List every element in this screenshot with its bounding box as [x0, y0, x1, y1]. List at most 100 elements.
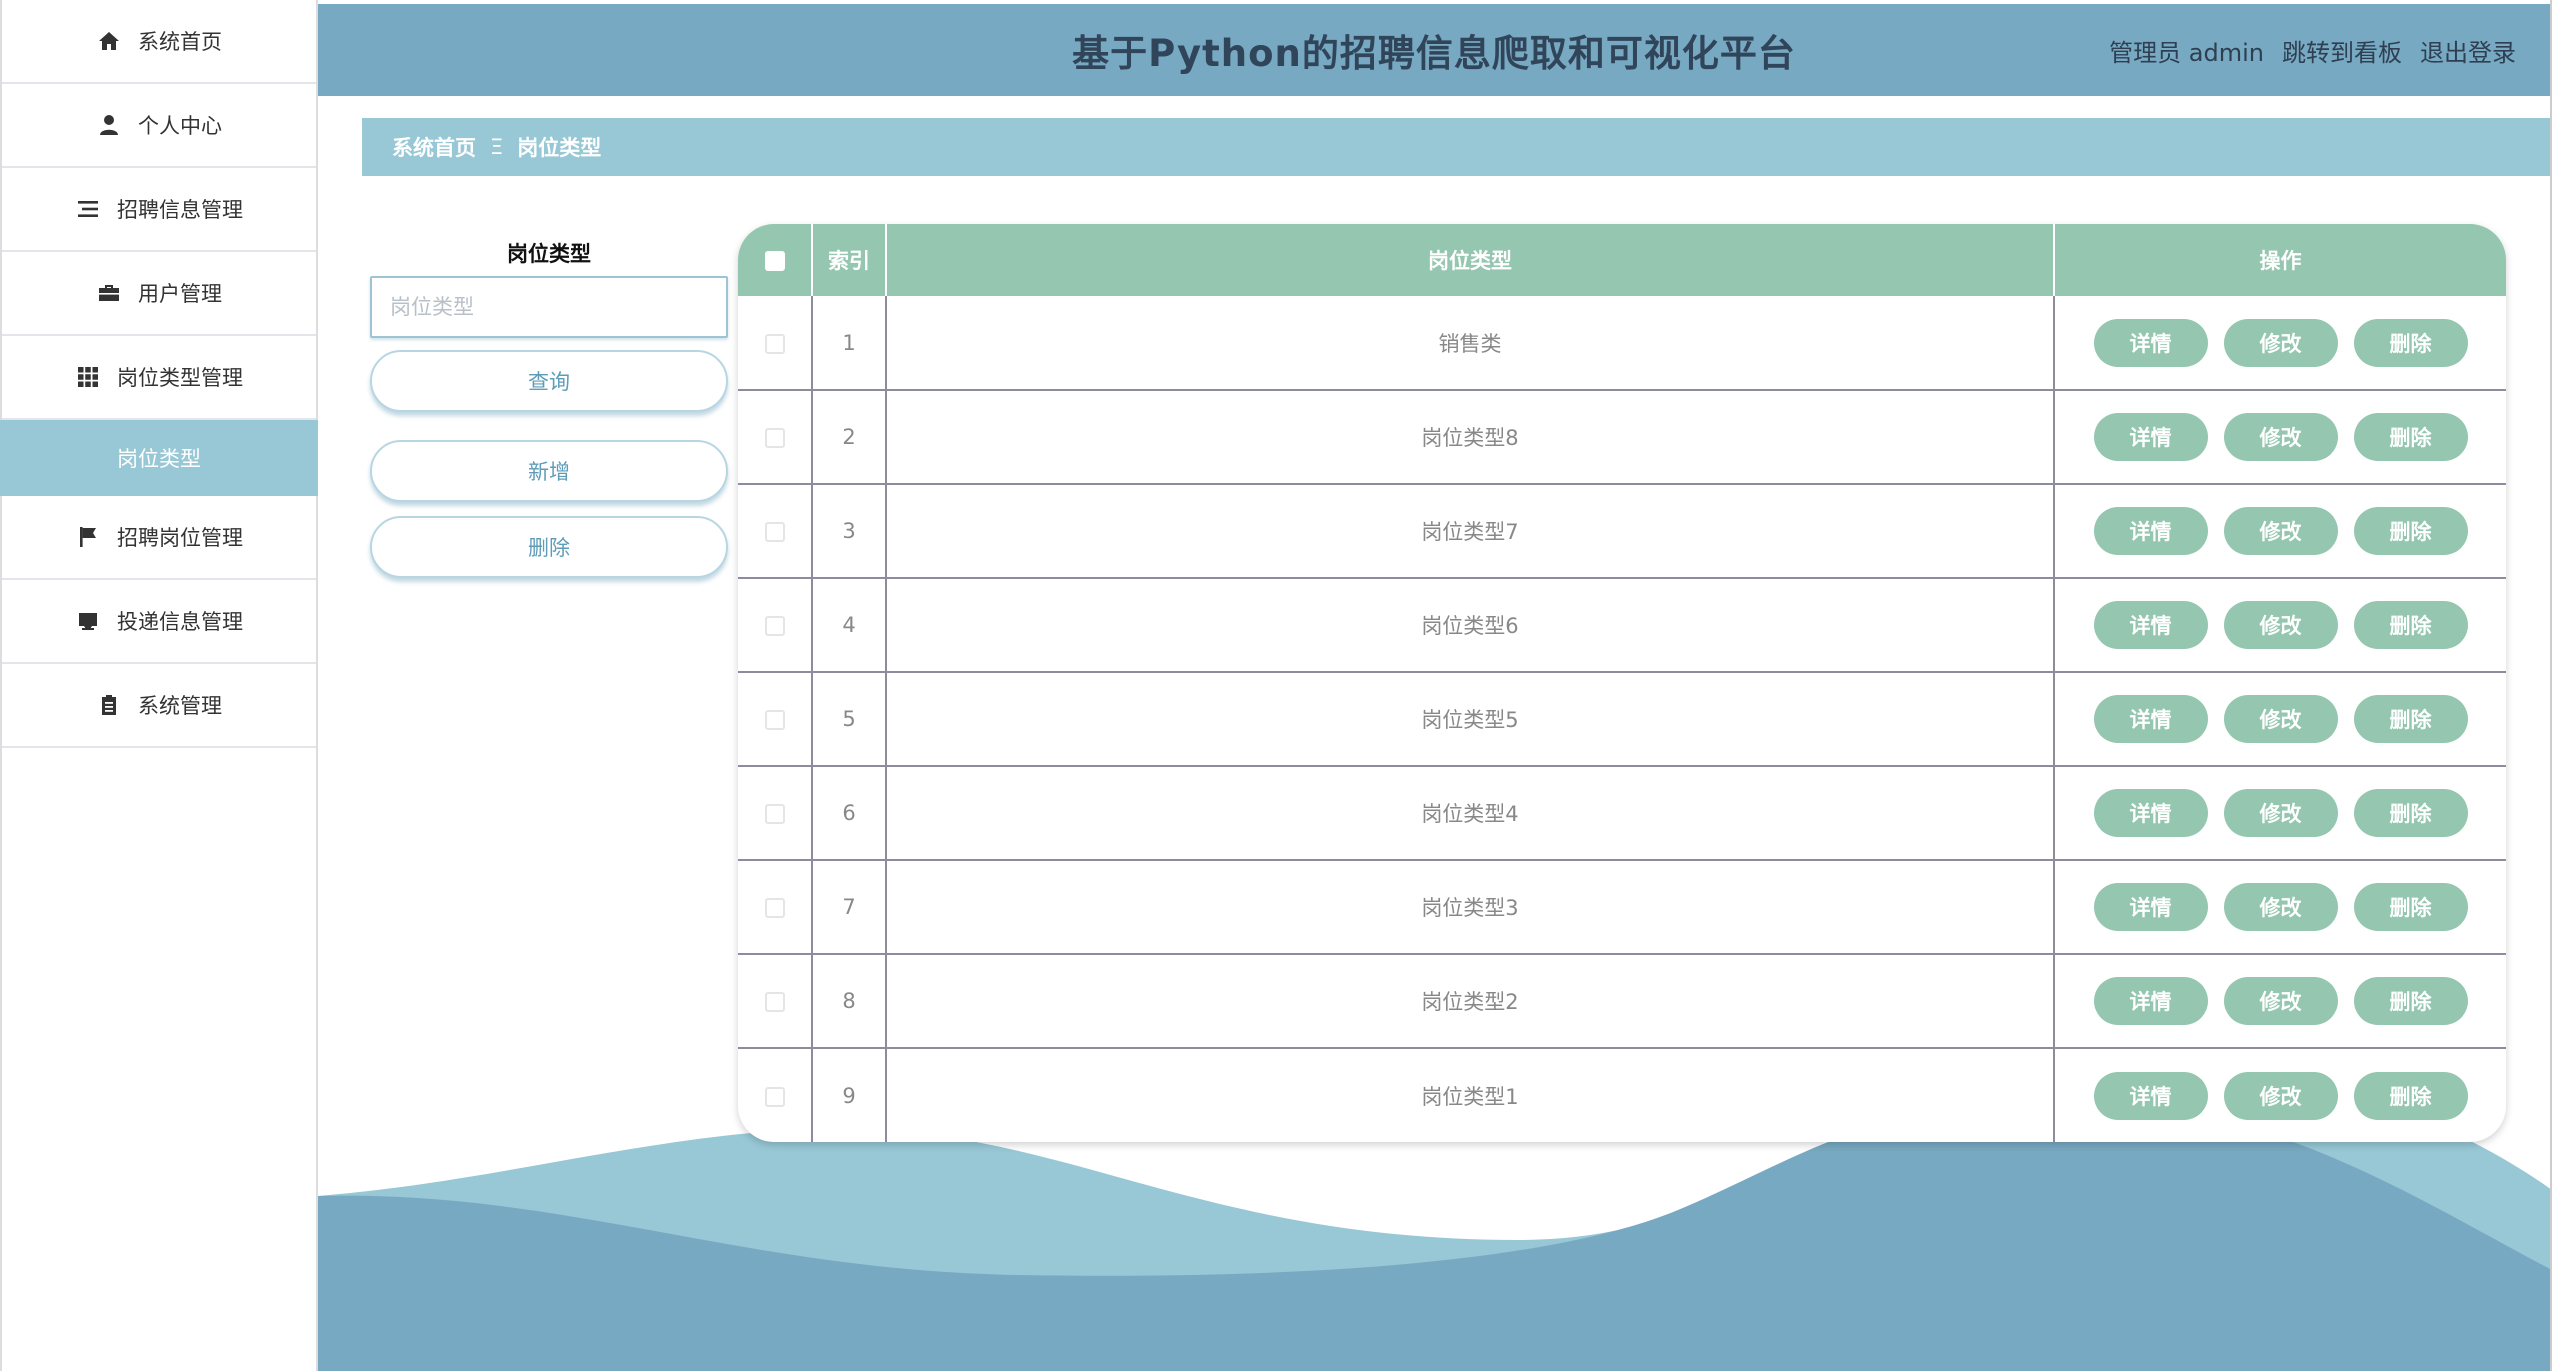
row-job-type: 岗位类型8 [886, 390, 2055, 485]
delete-button[interactable]: 删除 [2353, 413, 2468, 461]
add-button[interactable]: 新增 [370, 440, 728, 502]
row-checkbox[interactable] [764, 804, 785, 824]
sidebar-subitem-label: 岗位类型 [117, 447, 201, 471]
delete-button[interactable]: 删除 [2353, 695, 2468, 743]
row-index: 1 [812, 296, 887, 391]
sidebar-item-profile[interactable]: 个人中心 [2, 84, 316, 168]
table-header-row: 索引 岗位类型 操作 [738, 224, 2506, 296]
delete-button[interactable]: 删除 [2353, 507, 2468, 555]
briefcase-icon [96, 280, 122, 306]
detail-button[interactable]: 详情 [2093, 601, 2208, 649]
edit-button[interactable]: 修改 [2223, 507, 2338, 555]
row-select-cell [738, 1048, 813, 1142]
detail-button[interactable]: 详情 [2093, 977, 2208, 1025]
select-all-header [738, 224, 813, 296]
batch-delete-button[interactable]: 删除 [370, 516, 728, 578]
row-select-cell [738, 766, 813, 861]
detail-button[interactable]: 详情 [2093, 789, 2208, 837]
row-index: 3 [812, 484, 887, 579]
job-type-table: 索引 岗位类型 操作 1 销售类 详情 修改 删除 2 岗位类型8 详情 修改 删除 3 岗位类型7 详… [738, 224, 2506, 1142]
detail-button[interactable]: 详情 [2093, 1071, 2208, 1120]
row-checkbox[interactable] [764, 710, 785, 730]
row-checkbox[interactable] [764, 898, 785, 918]
row-select-cell [738, 296, 813, 391]
delete-button[interactable]: 删除 [2353, 789, 2468, 837]
sidebar-item-label: 系统首页 [138, 30, 222, 54]
sidebar-item-label: 系统管理 [138, 694, 222, 718]
row-ops-cell: 详情 修改 删除 [2054, 296, 2506, 391]
sidebar-item-label: 招聘岗位管理 [117, 526, 243, 550]
row-job-type: 岗位类型7 [886, 484, 2055, 579]
sidebar-item-applications[interactable]: 投递信息管理 [2, 580, 316, 664]
grid-icon [75, 364, 101, 390]
row-job-type: 岗位类型3 [886, 860, 2055, 955]
delete-button[interactable]: 删除 [2353, 1071, 2468, 1120]
clipboard-icon [96, 692, 122, 718]
detail-button[interactable]: 详情 [2093, 507, 2208, 555]
delete-button[interactable]: 删除 [2353, 601, 2468, 649]
dashboard-link[interactable]: 跳转到看板 [2282, 33, 2402, 68]
sidebar-item-label: 招聘信息管理 [117, 198, 243, 222]
sidebar-item-job-info[interactable]: 招聘信息管理 [2, 168, 316, 252]
row-ops-cell: 详情 修改 删除 [2054, 390, 2506, 485]
row-ops-cell: 详情 修改 删除 [2054, 860, 2506, 955]
row-select-cell [738, 578, 813, 673]
edit-button[interactable]: 修改 [2223, 695, 2338, 743]
type-column-header: 岗位类型 [886, 224, 2055, 296]
row-select-cell [738, 484, 813, 579]
row-job-type: 岗位类型4 [886, 766, 2055, 861]
sidebar-item-job-posts[interactable]: 招聘岗位管理 [2, 496, 316, 580]
edit-button[interactable]: 修改 [2223, 413, 2338, 461]
breadcrumb-home[interactable]: 系统首页 [392, 132, 476, 162]
detail-button[interactable]: 详情 [2093, 695, 2208, 743]
logout-link[interactable]: 退出登录 [2420, 33, 2516, 68]
table-row: 4 岗位类型6 详情 修改 删除 [738, 578, 2506, 673]
row-checkbox[interactable] [764, 333, 785, 354]
sidebar-item-system[interactable]: 系统管理 [2, 664, 316, 748]
row-checkbox[interactable] [764, 428, 785, 448]
search-label: 岗位类型 [507, 242, 591, 266]
table-row: 6 岗位类型4 详情 修改 删除 [738, 766, 2506, 861]
edit-button[interactable]: 修改 [2223, 601, 2338, 649]
row-index: 6 [812, 766, 887, 861]
row-checkbox[interactable] [764, 616, 785, 636]
edit-button[interactable]: 修改 [2223, 789, 2338, 837]
row-checkbox[interactable] [764, 522, 785, 542]
row-job-type: 岗位类型1 [886, 1048, 2055, 1142]
edit-button[interactable]: 修改 [2223, 318, 2338, 367]
sidebar-item-users[interactable]: 用户管理 [2, 252, 316, 336]
row-checkbox[interactable] [764, 992, 785, 1012]
select-all-checkbox[interactable] [764, 251, 785, 271]
breadcrumb-current: 岗位类型 [517, 136, 602, 160]
delete-button[interactable]: 删除 [2353, 318, 2468, 367]
sidebar-subitem-job-type[interactable]: 岗位类型 [0, 420, 318, 496]
edit-button[interactable]: 修改 [2223, 1071, 2338, 1120]
flag-icon [75, 524, 101, 550]
row-job-type: 岗位类型5 [886, 672, 2055, 767]
row-ops-cell: 详情 修改 删除 [2054, 954, 2506, 1049]
query-button[interactable]: 查询 [370, 350, 728, 412]
admin-label: 管理员 admin [2109, 38, 2264, 67]
delete-button[interactable]: 删除 [2353, 977, 2468, 1025]
row-checkbox[interactable] [764, 1086, 785, 1107]
sidebar-item-label: 投递信息管理 [117, 610, 243, 634]
sidebar-item-job-type-mgmt[interactable]: 岗位类型管理 [2, 336, 316, 420]
detail-button[interactable]: 详情 [2093, 318, 2208, 367]
delete-button[interactable]: 删除 [2353, 883, 2468, 931]
job-type-search-input[interactable] [370, 276, 728, 338]
table-row: 5 岗位类型5 详情 修改 删除 [738, 672, 2506, 767]
top-bar: 基于Python的招聘信息爬取和可视化平台 管理员 admin 跳转到看板 退出… [318, 4, 2550, 96]
row-index: 9 [812, 1048, 887, 1142]
row-index: 4 [812, 578, 887, 673]
sidebar-item-home[interactable]: 系统首页 [2, 0, 316, 84]
row-index: 8 [812, 954, 887, 1049]
row-select-cell [738, 672, 813, 767]
detail-button[interactable]: 详情 [2093, 413, 2208, 461]
index-column-header: 索引 [812, 224, 887, 296]
edit-button[interactable]: 修改 [2223, 883, 2338, 931]
detail-button[interactable]: 详情 [2093, 883, 2208, 931]
search-panel: 岗位类型 查询 新增 删除 [370, 236, 728, 578]
list-icon [75, 196, 101, 222]
top-right-links: 管理员 admin 跳转到看板 退出登录 [2109, 4, 2516, 96]
edit-button[interactable]: 修改 [2223, 977, 2338, 1025]
